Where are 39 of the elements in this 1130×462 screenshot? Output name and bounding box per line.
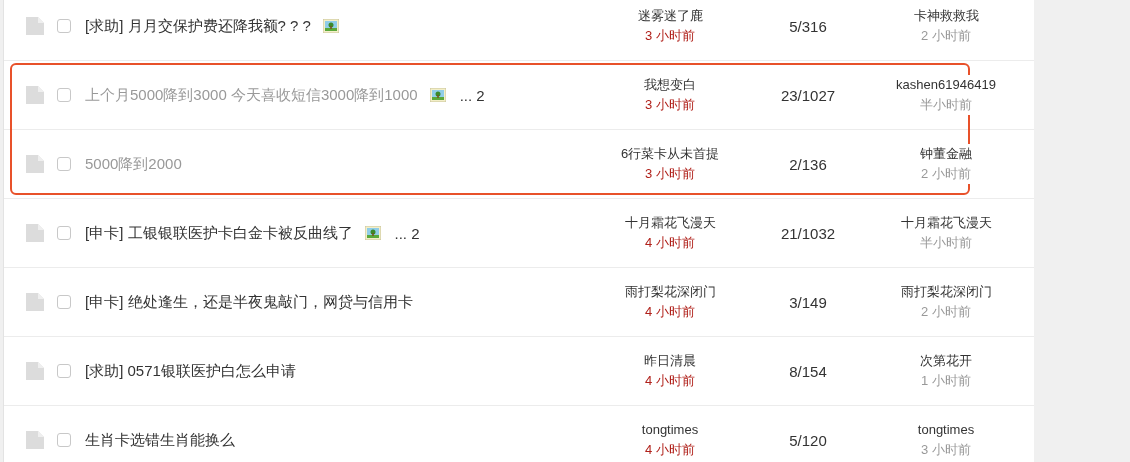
post-time: 4 小时前 [645, 372, 695, 390]
checkbox[interactable] [57, 157, 71, 171]
last-reply-user[interactable]: kashen61946419 [895, 75, 997, 95]
post-time: 4 小时前 [645, 234, 695, 252]
last-reply-time: 半小时前 [919, 95, 973, 115]
checkbox[interactable] [57, 364, 71, 378]
checkbox[interactable] [57, 226, 71, 240]
checkbox[interactable] [57, 19, 71, 33]
last-reply-user[interactable]: 钟董金融 [919, 144, 973, 164]
document-icon [26, 17, 44, 35]
post-time: 3 小时前 [645, 27, 695, 45]
thread-title-link[interactable]: [求助] 0571银联医护白怎么申请 [85, 361, 296, 381]
post-time: 3 小时前 [645, 96, 695, 114]
thread-title-link[interactable]: [求助] 月月交保护费还降我额? ? ? [85, 16, 311, 36]
page-link[interactable]: ... 2 [394, 224, 420, 242]
checkbox[interactable] [57, 88, 71, 102]
post-time: 4 小时前 [645, 303, 695, 321]
reply-count: 21/1032 [779, 224, 837, 242]
post-time: 4 小时前 [645, 441, 695, 459]
reply-count: 3/149 [788, 293, 828, 311]
thread-title-link[interactable]: [申卡] 工银银联医护卡白金卡被反曲线了 [85, 223, 353, 243]
document-icon [26, 86, 44, 104]
document-icon [26, 293, 44, 311]
last-reply-time: 2 小时前 [920, 164, 972, 184]
thread-title-link[interactable]: [申卡] 绝处逢生，还是半夜鬼敲门，网贷与信用卡 [85, 292, 413, 312]
post-time: 3 小时前 [645, 165, 695, 183]
reply-count: 5/316 [788, 17, 828, 35]
document-icon [26, 362, 44, 380]
reply-count: 8/154 [788, 362, 828, 380]
document-icon [26, 155, 44, 173]
checkbox[interactable] [57, 433, 71, 447]
checkbox[interactable] [57, 295, 71, 309]
document-icon [26, 224, 44, 242]
page-link[interactable]: ... 2 [459, 86, 485, 104]
reply-count: 2/136 [788, 155, 828, 173]
reply-count: 5/120 [788, 431, 828, 449]
document-icon [26, 431, 44, 449]
thread-title-link[interactable]: 生肖卡选错生肖能换么 [85, 430, 235, 450]
reply-count: 23/1027 [779, 86, 837, 104]
